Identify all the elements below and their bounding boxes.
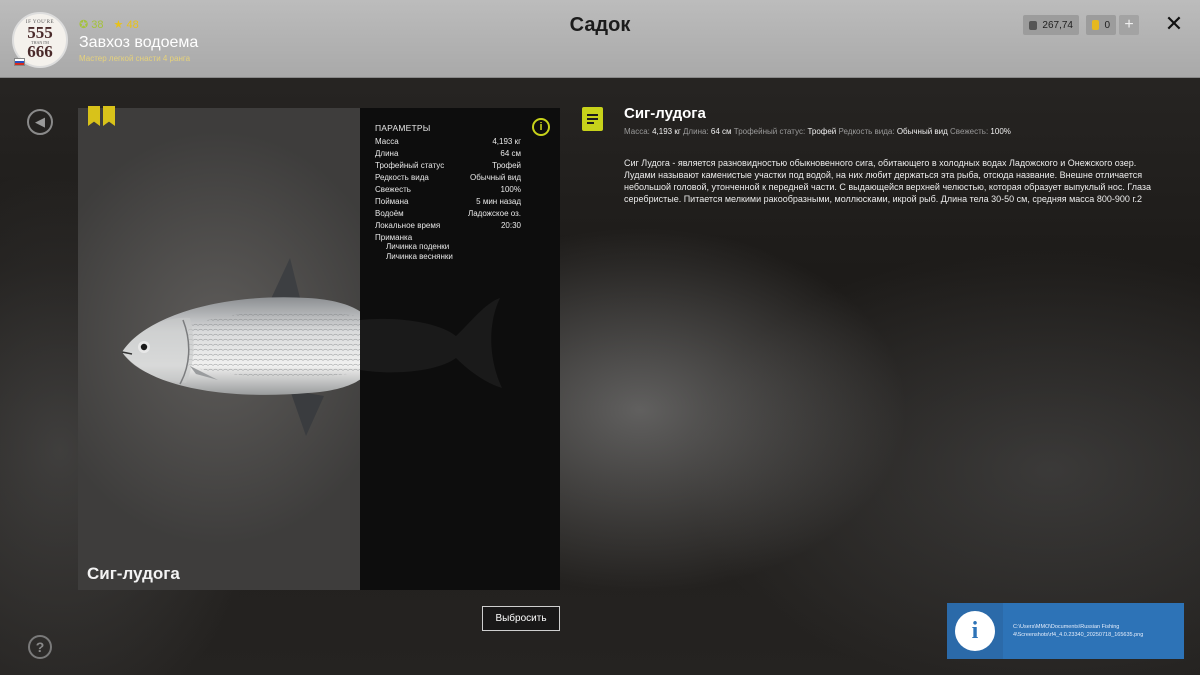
param-label: Приманка [375,233,413,242]
param-value: Ладожское оз. [467,209,521,218]
param-label: Водоём [375,209,404,218]
param-value: 4,193 кг [492,137,521,146]
top-bar: IF YOU'RE 555 THAN I'M 666 ✪ 38 ★ 48 Зав… [0,0,1200,78]
stat-label: Свежесть: [950,127,989,136]
info-icon: i [955,611,995,651]
fish-illustration [121,258,360,436]
avatar-text-4: 666 [27,42,53,61]
param-label: Трофейный статус [375,161,445,170]
param-value: Обычный вид [470,173,521,182]
param-value: 20:30 [500,221,521,230]
stat-label: Длина: [683,127,709,136]
description-text: Сиг Лудога - является разновидностью обы… [624,158,1152,204]
info-icon[interactable]: i [532,118,550,136]
param-label: Локальное время [375,221,441,230]
russia-flag-icon [14,58,25,66]
avatar-text-2: 555 [27,23,53,42]
stat-label: Трофейный статус: [733,127,806,136]
money-value: 267,74 [1042,19,1073,31]
back-arrow-icon[interactable]: ◀ [27,109,53,135]
trophy-bookmarks [88,106,115,126]
gold-balance: 0 [1086,15,1116,35]
fish-card-name: Сиг-лудога [87,564,180,583]
param-row-length: Длина 64 см [375,149,521,158]
parameters-panel: ПАРАМЕТРЫ i Масса 4,193 кг Длина 64 см Т… [360,108,560,590]
drop-fish-button[interactable]: Выбросить [482,606,560,631]
money-icon [1029,20,1038,30]
param-label: Свежесть [375,185,411,194]
param-value: 100% [500,185,521,194]
param-row-caught: Поймана 5 мин назад [375,197,521,206]
money-balance: 267,74 [1023,15,1079,35]
level-stat: ✪ 38 [79,19,104,31]
gold-icon [1092,20,1100,30]
bait-item: Личинка веснянки [386,252,453,261]
add-gold-button[interactable]: + [1119,15,1139,35]
rank-value: 48 [126,19,139,31]
notification-text: C:\Users\MMO\Documents\Russian Fishing 4… [1013,624,1144,638]
param-row-bait: Приманка [375,233,521,242]
rank-stat: ★ 48 [113,19,139,31]
param-row-waterbody: Водоём Ладожское оз. [375,209,521,218]
param-label: Масса [375,137,399,146]
player-stats: ✪ 38 ★ 48 [79,18,139,31]
description-stats: Масса: 4,193 кг Длина: 64 см Трофейный с… [624,127,1011,136]
stat-label: Редкость вида: [838,127,895,136]
trophy-bookmark-icon [88,106,100,126]
param-value: 64 см [500,149,521,158]
trophy-bookmark-icon [103,106,115,126]
bait-item: Личинка поденки [386,242,450,251]
level-value: 38 [91,19,104,31]
screen-title: Садок [569,14,631,36]
stat-value: 64 см [710,127,732,136]
param-label: Длина [375,149,399,158]
screenshot-notification[interactable]: i C:\Users\MMO\Documents\Russian Fishing… [947,603,1184,659]
param-label: Поймана [375,197,409,206]
stat-label: Масса: [624,127,650,136]
param-row-local-time: Локальное время 20:30 [375,221,521,230]
note-icon [582,107,603,131]
stat-value: 100% [990,127,1011,136]
param-row-rarity: Редкость вида Обычный вид [375,173,521,182]
description-title: Сиг-лудога [624,105,706,122]
stat-value: Обычный вид [896,127,948,136]
player-rank: Мастер легкой снасти 4 ранга [79,54,191,63]
param-row-trophy: Трофейный статус Трофей [375,161,521,170]
question-icon[interactable]: ? [28,635,52,659]
param-value: 5 мин назад [476,197,521,206]
close-button[interactable]: ✕ [1162,12,1186,36]
fish-image-card [78,108,360,590]
stat-value: Трофей [807,127,837,136]
stat-value: 4,193 кг [652,127,681,136]
param-row-freshness: Свежесть 100% [375,185,521,194]
param-label: Редкость вида [375,173,429,182]
parameters-title: ПАРАМЕТРЫ [375,123,431,133]
player-name: Завхоз водоема [79,34,199,51]
notification-icon-box: i [947,603,1003,659]
param-row-mass: Масса 4,193 кг [375,137,521,146]
gold-value: 0 [1104,19,1110,31]
param-value: Трофей [492,161,521,170]
